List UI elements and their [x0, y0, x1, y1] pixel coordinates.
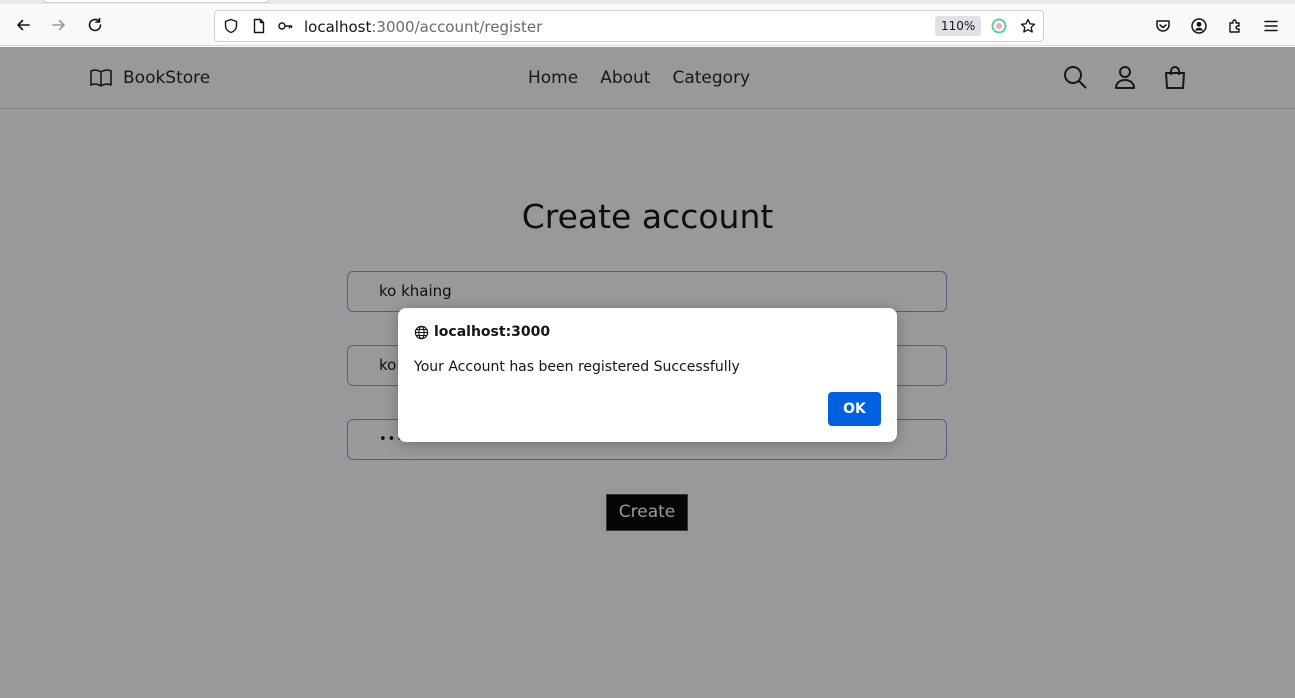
menu-hamburger-icon[interactable]: [1260, 15, 1282, 37]
extension-color-icon[interactable]: [991, 18, 1007, 34]
url-bar[interactable]: localhost:3000/account/register 110%: [214, 10, 1044, 42]
dialog-origin: localhost:3000: [434, 324, 551, 340]
browser-toolbar: localhost:3000/account/register 110%: [0, 0, 1295, 46]
reload-icon[interactable]: [84, 14, 106, 36]
url-text[interactable]: localhost:3000/account/register: [304, 18, 542, 36]
url-host: localhost: [304, 18, 372, 36]
globe-icon: [414, 325, 429, 339]
active-tab-edge[interactable]: [44, 0, 268, 3]
dialog-message: Your Account has been registered Success…: [414, 359, 740, 375]
extensions-icon[interactable]: [1224, 15, 1246, 37]
zoom-level-badge[interactable]: 110%: [935, 16, 982, 36]
bookmark-star-icon[interactable]: [1020, 18, 1036, 34]
alert-dialog: localhost:3000 Your Account has been reg…: [398, 308, 897, 442]
shield-icon[interactable]: [223, 18, 239, 34]
key-icon[interactable]: [277, 18, 293, 34]
forward-arrow-icon[interactable]: [48, 14, 70, 36]
account-icon[interactable]: [1188, 15, 1210, 37]
page-icon[interactable]: [251, 18, 267, 34]
url-path: :3000/account/register: [371, 18, 543, 36]
pocket-icon[interactable]: [1152, 15, 1174, 37]
ok-button[interactable]: OK: [828, 392, 881, 426]
dialog-header: localhost:3000: [414, 324, 550, 340]
back-arrow-icon[interactable]: [12, 14, 34, 36]
